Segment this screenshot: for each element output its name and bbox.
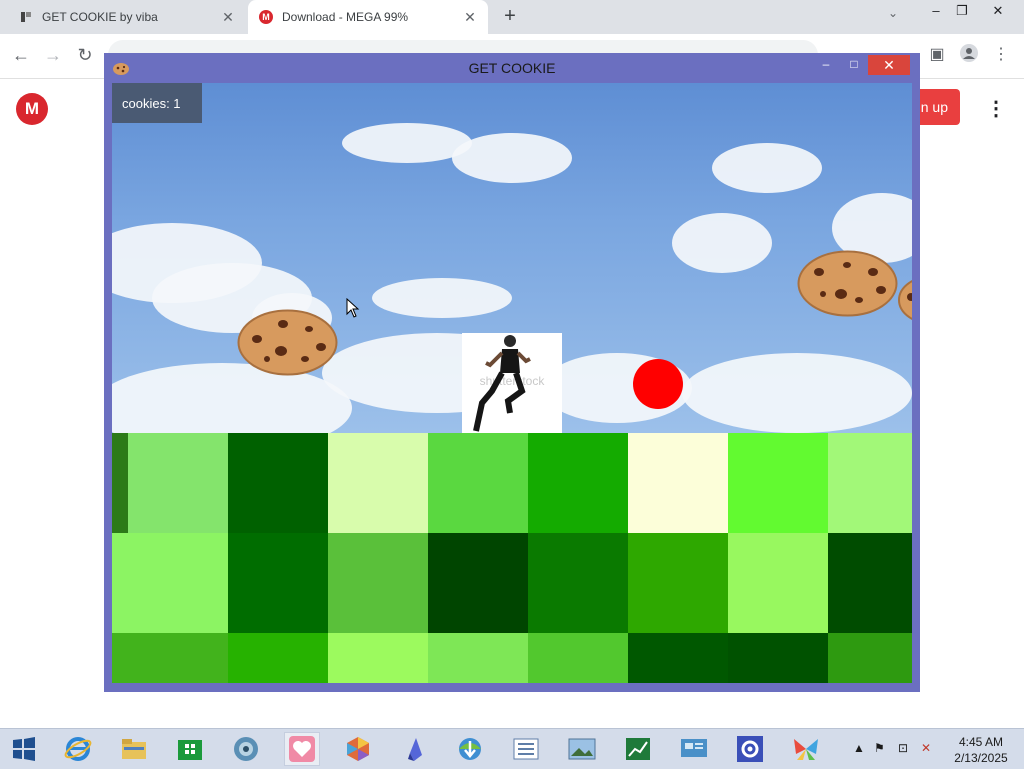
new-tab-button[interactable]: + xyxy=(498,4,522,28)
page-more-icon[interactable]: ⋮ xyxy=(986,96,1006,121)
butterfly-app-icon[interactable] xyxy=(788,732,824,766)
tab-search-chevron-icon[interactable]: ⌄ xyxy=(888,6,898,20)
game-maximize-button[interactable]: □ xyxy=(846,57,862,73)
mouse-cursor-icon xyxy=(346,297,360,318)
forward-arrow-icon[interactable]: → xyxy=(42,44,64,66)
cookie-sprite xyxy=(797,250,898,317)
window-close-button[interactable]: ✕ xyxy=(982,0,1014,24)
globe-app-icon[interactable] xyxy=(228,732,264,766)
start-button-windows-icon[interactable] xyxy=(6,732,42,766)
tab-close-icon[interactable]: ✕ xyxy=(462,9,478,26)
tab-close-icon[interactable]: ✕ xyxy=(220,9,236,26)
mega-logo-icon[interactable]: M xyxy=(16,93,48,125)
picture-viewer-icon[interactable] xyxy=(564,732,600,766)
profile-avatar-icon[interactable] xyxy=(958,44,980,66)
browser-tab-strip: GET COOKIE by viba ✕ M Download - MEGA 9… xyxy=(0,0,1024,34)
mega-favicon-icon: M xyxy=(258,9,274,25)
control-panel-icon[interactable] xyxy=(676,732,712,766)
chrome-like-icon[interactable] xyxy=(340,732,376,766)
action-center-flag-icon[interactable]: ⚑ xyxy=(874,741,885,755)
game-canvas[interactable]: cookies: 1 shutterstock xyxy=(112,83,912,683)
player-sprite: shutterstock xyxy=(462,333,562,433)
download-manager-icon[interactable] xyxy=(452,732,488,766)
tab-mega-download[interactable]: M Download - MEGA 99% ✕ xyxy=(248,0,488,34)
game-minimize-button[interactable]: – xyxy=(818,57,834,73)
chart-app-icon[interactable] xyxy=(620,732,656,766)
clock-date: 2/13/2025 xyxy=(954,751,1008,765)
game-close-button[interactable]: ✕ xyxy=(868,55,910,75)
clock-time: 4:45 AM xyxy=(958,735,1004,749)
heart-app-icon[interactable] xyxy=(284,732,320,766)
window-restore-button[interactable]: ❐ xyxy=(946,0,978,24)
red-ball-enemy xyxy=(633,359,683,409)
ground-tiles xyxy=(112,433,912,683)
internet-explorer-icon[interactable] xyxy=(60,732,96,766)
tab-title: GET COOKIE by viba xyxy=(42,10,158,24)
store-icon[interactable] xyxy=(172,732,208,766)
windows-taskbar: ▲ ⚑ ⊡ ✕ 4:45 AM 2/13/2025 xyxy=(0,728,1024,769)
settings-gear-icon[interactable] xyxy=(732,732,768,766)
pen-app-icon[interactable] xyxy=(396,732,432,766)
game-window-title: GET COOKIE xyxy=(468,60,556,76)
player-watermark: shutterstock xyxy=(480,374,546,388)
cookie-sprite xyxy=(897,275,912,325)
system-clock[interactable]: 4:45 AM 2/13/2025 xyxy=(945,734,1017,766)
list-app-icon[interactable] xyxy=(508,732,544,766)
cookie-sprite xyxy=(237,309,338,376)
cookie-counter: cookies: 1 xyxy=(112,83,202,123)
cookie-favicon-icon xyxy=(18,9,34,25)
game-window: GET COOKIE – □ ✕ cookies: 1 shutterstock xyxy=(104,53,920,692)
back-arrow-icon[interactable]: ← xyxy=(10,44,32,66)
volume-muted-icon[interactable]: ✕ xyxy=(921,741,931,755)
file-explorer-icon[interactable] xyxy=(116,732,152,766)
reload-icon[interactable]: ↻ xyxy=(74,44,96,66)
network-icon[interactable]: ⊡ xyxy=(898,741,908,755)
tab-get-cookie[interactable]: GET COOKIE by viba ✕ xyxy=(8,0,246,34)
tab-title: Download - MEGA 99% xyxy=(282,10,409,24)
tray-overflow-icon[interactable]: ▲ xyxy=(853,741,865,755)
side-panel-icon[interactable]: ▣ xyxy=(926,44,948,66)
browser-menu-icon[interactable]: ⋮ xyxy=(990,44,1012,66)
